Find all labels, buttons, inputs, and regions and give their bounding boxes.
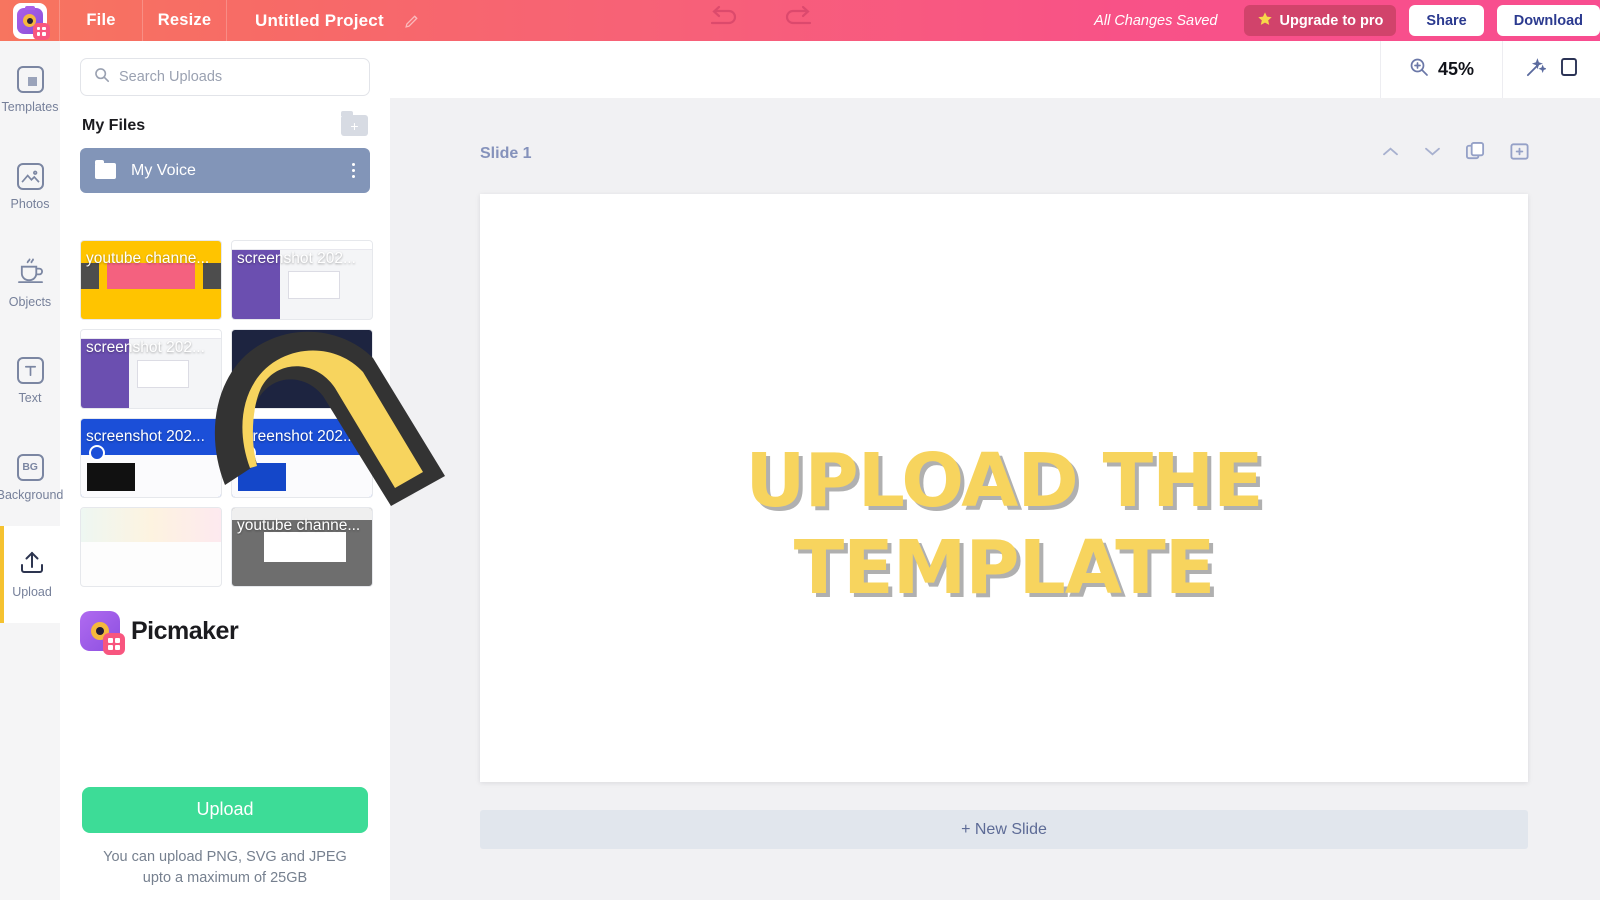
slide-actions	[1381, 141, 1530, 167]
folder-icon	[95, 159, 116, 179]
sidebar-label: Text	[18, 390, 42, 405]
brand-name: Picmaker	[131, 616, 239, 645]
thumbnail-caption: screenshot 202...	[237, 428, 356, 445]
slide-title: Slide 1	[480, 145, 532, 162]
new-folder-icon[interactable]: +	[341, 111, 368, 136]
project-title[interactable]: Untitled Project	[226, 0, 398, 41]
upload-thumbnail[interactable]	[231, 329, 373, 409]
magic-tools[interactable]	[1503, 41, 1600, 98]
upload-button[interactable]: Upload	[82, 786, 368, 833]
sidebar-label: Templates	[1, 99, 59, 114]
magic-wand-icon[interactable]	[1525, 57, 1547, 83]
bg-icon: BG	[16, 453, 44, 481]
canvas-toolbar: 45%	[390, 41, 1600, 98]
sidebar-item-text[interactable]: Text	[0, 332, 60, 429]
text-t-icon	[16, 356, 44, 384]
sidebar-label: Objects	[8, 295, 52, 309]
canvas-headline-text[interactable]: UPLOAD THE TEMPLATE	[480, 438, 1528, 613]
chevron-up-icon[interactable]	[1381, 145, 1400, 163]
upload-thumbnail[interactable]: screenshot 202...	[80, 329, 222, 409]
kebab-menu-icon[interactable]	[351, 162, 355, 179]
upload-hint-line1: You can upload PNG, SVG and JPEG	[103, 848, 347, 865]
sidebar-item-objects[interactable]: Objects	[0, 235, 60, 332]
app-logo[interactable]	[0, 0, 59, 41]
duplicate-slide-icon[interactable]	[1465, 141, 1486, 167]
sidebar-label: Background	[0, 487, 64, 502]
coffee-cup-icon	[16, 258, 45, 288]
app-header: File Resize Untitled Project All Changes…	[0, 0, 1600, 41]
sidebar-item-photos[interactable]: Photos	[0, 138, 60, 235]
picmaker-camera-logo-icon	[12, 2, 50, 40]
sidebar-label: Upload	[12, 585, 52, 599]
upload-thumbnail[interactable]: screenshot 202...	[80, 418, 222, 498]
new-slide-button[interactable]: + New Slide	[480, 810, 1528, 849]
folder-name: My Voice	[131, 161, 196, 179]
chevron-left-icon	[396, 466, 407, 486]
photo-mountain-icon	[16, 162, 44, 190]
star-icon	[1257, 11, 1273, 31]
upload-footer: Upload You can upload PNG, SVG and JPEG …	[60, 786, 390, 900]
editor-main: 45% Slide 1 UPLOAD THE TEMPLATE + New Sl…	[390, 41, 1600, 900]
zoom-level: 45%	[1437, 59, 1474, 79]
thumbnail-caption: youtube channe...	[237, 517, 361, 534]
upload-arrow-icon	[19, 550, 45, 578]
folder-my-voice[interactable]: My Voice	[80, 148, 370, 193]
my-files-heading: My Files	[82, 116, 146, 134]
picmaker-logo-icon	[80, 611, 125, 655]
headline-line-2: TEMPLATE	[793, 525, 1216, 612]
headline-line-1: UPLOAD THE	[745, 438, 1263, 524]
upgrade-label: Upgrade to pro	[1279, 12, 1384, 29]
menu-file[interactable]: File	[59, 0, 142, 41]
upload-thumbnail[interactable]: screenshot 202...	[231, 240, 373, 320]
slide-header: Slide 1	[480, 141, 1600, 167]
redo-arrow-icon[interactable]	[780, 5, 814, 36]
chevron-down-icon[interactable]	[1423, 145, 1442, 163]
search-icon	[94, 67, 110, 88]
upgrade-to-pro-button[interactable]: Upgrade to pro	[1243, 5, 1397, 36]
undo-arrow-icon[interactable]	[708, 5, 742, 36]
slide-canvas[interactable]: UPLOAD THE TEMPLATE	[480, 194, 1528, 782]
upload-thumbnail[interactable]: youtube channe...	[231, 507, 373, 587]
templates-icon	[16, 65, 44, 93]
upload-thumbnail[interactable]	[80, 507, 222, 587]
download-button[interactable]: Download	[1496, 5, 1600, 36]
upload-thumbnail[interactable]: screenshot 202...	[231, 418, 373, 498]
pencil-icon[interactable]	[398, 12, 428, 29]
sidebar-item-background[interactable]: BG Background	[0, 429, 64, 526]
menu-resize[interactable]: Resize	[142, 0, 226, 41]
thumbnail-caption: screenshot 202...	[86, 339, 205, 356]
left-nav-rail: Templates Photos Objects Text BG Backgro…	[0, 41, 64, 900]
collapse-panel-button[interactable]	[390, 455, 412, 497]
upload-hint: You can upload PNG, SVG and JPEG upto a …	[82, 847, 368, 891]
share-button[interactable]: Share	[1409, 5, 1484, 36]
thumbnail-caption: screenshot 202...	[86, 428, 205, 445]
uploads-panel: My Files + My Voice youtube channe... sc…	[60, 41, 390, 900]
add-slide-icon[interactable]	[1509, 141, 1530, 167]
upload-hint-line2: upto a maximum of 25GB	[142, 870, 308, 887]
upload-thumbnail[interactable]: youtube channe...	[80, 240, 222, 320]
uploads-thumbnail-grid: youtube channe... screenshot 202... scre…	[80, 240, 378, 587]
zoom-control[interactable]: 45%	[1381, 41, 1502, 98]
save-status: All Changes Saved	[1094, 12, 1218, 29]
sidebar-item-templates[interactable]: Templates	[0, 41, 60, 138]
picmaker-brand: Picmaker	[80, 611, 239, 655]
sidebar-label: Photos	[10, 196, 50, 211]
thumbnail-caption: youtube channe...	[86, 250, 210, 267]
sidebar-item-upload[interactable]: Upload	[0, 526, 60, 623]
undo-redo-group	[708, 5, 814, 36]
thumbnail-caption: screenshot 202...	[237, 250, 356, 267]
search-uploads-box[interactable]	[80, 58, 370, 96]
bg-color-swatch[interactable]	[1560, 57, 1578, 82]
zoom-in-magnifier-icon[interactable]	[1409, 57, 1429, 82]
search-input[interactable]	[119, 69, 356, 85]
